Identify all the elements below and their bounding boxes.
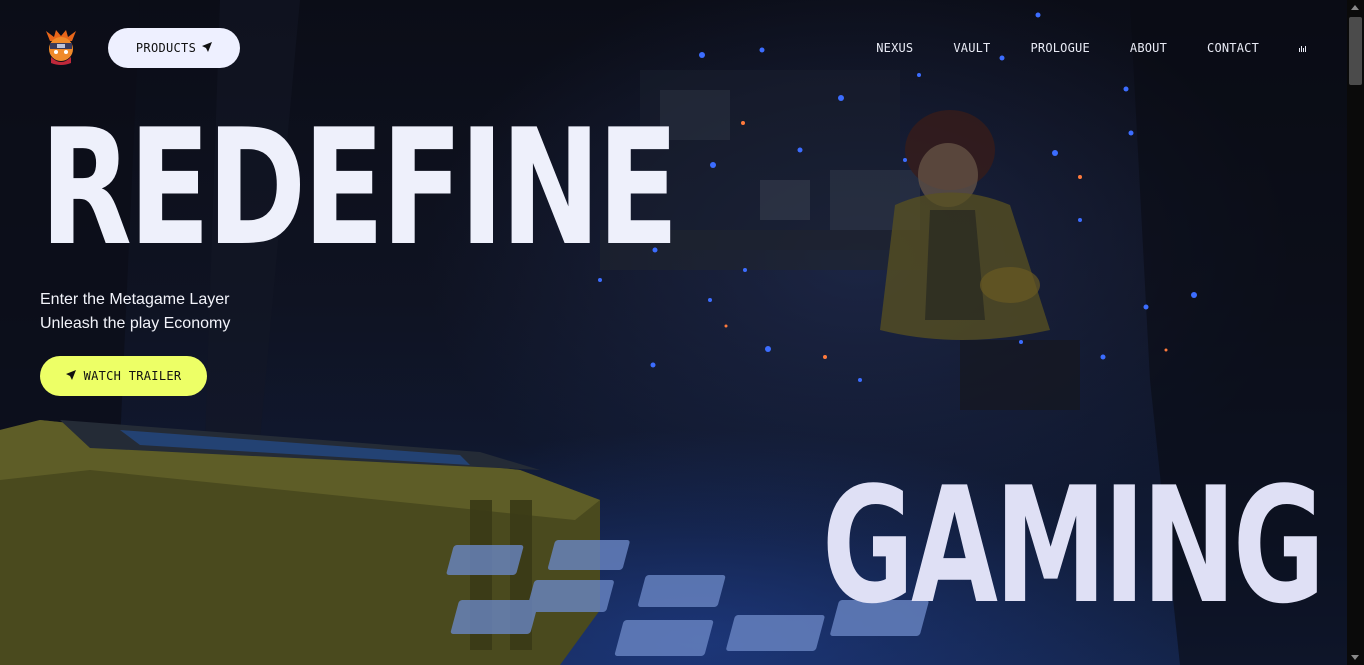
hero-subtitle-line-2: Unleash the play Economy [40, 315, 231, 332]
scrollbar-thumb[interactable] [1349, 17, 1362, 85]
products-button[interactable]: PRODUCTS [108, 28, 240, 68]
nav-item-nexus[interactable]: NEXUS [876, 41, 913, 55]
audio-bars-icon[interactable] [1299, 44, 1306, 52]
page: PRODUCTS NEXUS VAULT PROLOGUE ABOUT CONT… [0, 0, 1364, 665]
nav-item-about[interactable]: ABOUT [1130, 41, 1167, 55]
watch-trailer-label: WATCH TRAILER [83, 369, 182, 383]
products-button-label: PRODUCTS [135, 41, 197, 55]
scroll-down-icon[interactable] [1351, 655, 1359, 660]
hero-subtitle-line-1: Enter the Metagame Layer [40, 291, 230, 308]
nav-item-prologue[interactable]: PROLOGUE [1030, 41, 1089, 55]
page-scrollbar[interactable] [1347, 0, 1364, 665]
watch-trailer-button[interactable]: WATCH TRAILER [40, 356, 207, 396]
logo-icon [46, 30, 76, 65]
scroll-up-icon[interactable] [1351, 5, 1359, 10]
main-nav: NEXUS VAULT PROLOGUE ABOUT CONTACT [836, 41, 1306, 55]
nav-item-vault[interactable]: VAULT [953, 41, 990, 55]
send-arrow-icon [202, 41, 213, 55]
hero-bottom-title: GAMING [822, 452, 1325, 639]
nav-item-contact[interactable]: CONTACT [1207, 41, 1259, 55]
ninja-avatar-logo[interactable] [42, 29, 80, 67]
send-arrow-icon [65, 369, 76, 383]
hero-title: REDEFINE [40, 94, 679, 281]
hero-subtitle: Enter the Metagame Layer Unleash the pla… [40, 288, 230, 336]
